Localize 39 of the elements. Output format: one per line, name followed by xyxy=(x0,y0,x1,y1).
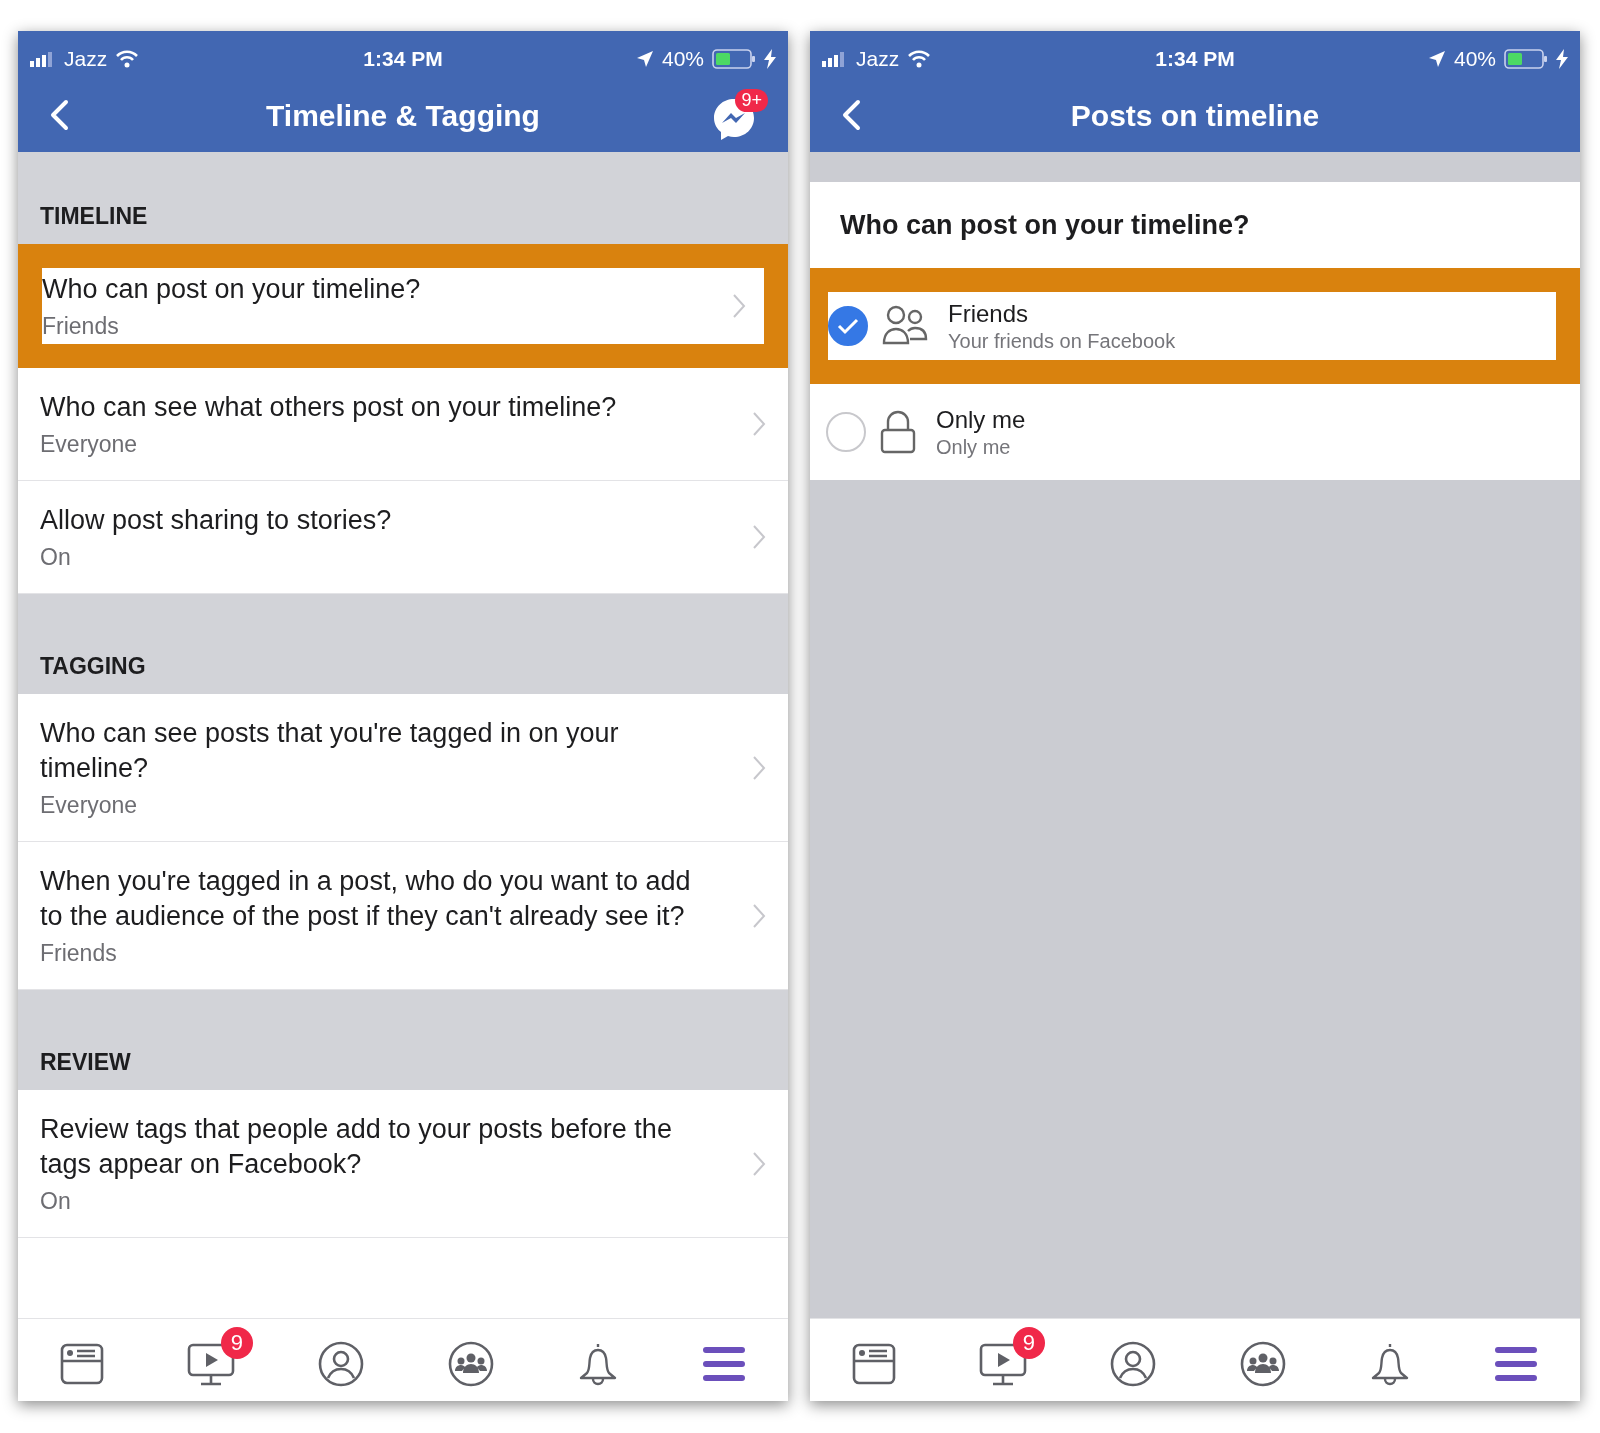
notification-badge: 9 xyxy=(1013,1327,1045,1359)
row-title: Review tags that people add to your posts before the tags appear on Facebook? xyxy=(40,1113,673,1181)
row-value: Everyone xyxy=(40,431,139,458)
settings-row[interactable]: Who can post on your timeline? Friends xyxy=(18,244,788,368)
section-header: REVIEW xyxy=(40,1049,131,1076)
row-value: Friends xyxy=(40,940,118,967)
row-title: When you're tagged in a post, who do you want to add to the audience of the post if they can't already see it? xyxy=(40,865,692,933)
row-value: On xyxy=(40,544,72,571)
row-value: Friends xyxy=(42,313,120,340)
row-value: On xyxy=(40,1188,72,1215)
option-subtitle: Your friends on Facebook xyxy=(948,329,1176,353)
settings-row[interactable]: Who can see posts that you're tagged in on your timeline? Everyone xyxy=(18,694,788,842)
battery-percent: 40% xyxy=(1453,47,1496,71)
notification-badge: 9+ xyxy=(735,89,768,112)
option-title: Only me xyxy=(936,405,1026,434)
row-title: Who can see what others post on your timeline? xyxy=(40,391,618,424)
row-title: Who can see posts that you're tagged in on your timeline? xyxy=(40,717,620,785)
option-row[interactable]: Only me Only me xyxy=(810,384,1580,480)
section-header: TAGGING xyxy=(40,653,146,680)
battery-percent: 40% xyxy=(661,47,704,71)
row-value: Everyone xyxy=(40,792,139,819)
carrier-name: Jazz xyxy=(64,47,108,71)
settings-row[interactable]: Who can see what others post on your timeline? Everyone xyxy=(18,368,788,481)
option-row[interactable]: Friends Your friends on Facebook xyxy=(810,268,1580,384)
tab-button[interactable]: 9 xyxy=(169,1327,253,1393)
carrier-name: Jazz xyxy=(856,47,900,71)
tab-button[interactable]: 9 xyxy=(961,1327,1045,1393)
screen-title: Posts on timeline xyxy=(1070,98,1320,133)
status-time: 1:34 PM xyxy=(363,47,443,71)
notification-badge: 9 xyxy=(221,1327,253,1359)
option-title: Friends xyxy=(948,299,1030,328)
option-subtitle: Only me xyxy=(936,435,1012,459)
settings-row[interactable]: Review tags that people add to your posts before the tags appear on Facebook? On xyxy=(18,1090,788,1238)
question-heading: Who can post on your timeline? xyxy=(840,209,1250,241)
row-title: Who can post on your timeline? xyxy=(42,273,422,306)
screen-title: Timeline & Tagging xyxy=(266,98,540,133)
row-title: Allow post sharing to stories? xyxy=(40,504,393,537)
section-header: TIMELINE xyxy=(40,203,148,230)
status-time: 1:34 PM xyxy=(1155,47,1235,71)
